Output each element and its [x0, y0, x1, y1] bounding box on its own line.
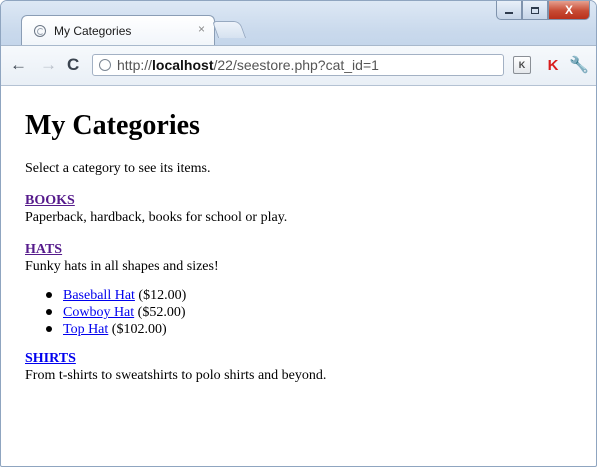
browser-window: My Categories × X ← → C http://localhost… [0, 0, 597, 467]
bullet [46, 292, 52, 298]
item-link-baseball-hat[interactable]: Baseball Hat [63, 288, 135, 303]
category-description: From t-shirts to sweatshirts to polo shi… [25, 368, 327, 383]
minimize-icon [505, 12, 513, 14]
category-link-hats[interactable]: HATS [25, 242, 585, 258]
extension-red-k-icon[interactable]: K [544, 56, 562, 74]
forward-arrow-icon[interactable]: → [40, 55, 57, 75]
page-content: My Categories Select a category to see i… [25, 101, 585, 384]
list-item: Top Hat ($102.00) [46, 321, 585, 338]
close-window-button[interactable]: X [548, 1, 590, 20]
extension-k-icon[interactable]: K [513, 56, 531, 74]
page-globe-icon [99, 59, 111, 71]
list-item: Baseball Hat ($12.00) [46, 287, 585, 304]
category-link-books[interactable]: BOOKS [25, 193, 585, 209]
maximize-icon [531, 6, 539, 14]
item-price: ($52.00) [137, 305, 186, 320]
address-url: http://localhost/22/seestore.php?cat_id=… [117, 57, 379, 73]
bullet [46, 309, 52, 315]
hat-items-list: Baseball Hat ($12.00) Cowboy Hat ($52.00… [25, 287, 585, 338]
category-books: BOOKS Paperback, hardback, books for sch… [25, 193, 585, 226]
category-hats: HATS Funky hats in all shapes and sizes!… [25, 242, 585, 338]
item-link-top-hat[interactable]: Top Hat [63, 322, 108, 337]
category-link-shirts[interactable]: SHIRTS [25, 351, 585, 367]
reload-icon[interactable]: C [67, 55, 79, 75]
new-tab-button[interactable] [211, 21, 247, 38]
item-link-cowboy-hat[interactable]: Cowboy Hat [63, 305, 134, 320]
browser-toolbar: ← → C http://localhost/22/seestore.php?c… [1, 45, 596, 86]
window-controls: X [496, 1, 590, 21]
close-icon: X [564, 3, 573, 17]
category-shirts: SHIRTS From t-shirts to sweatshirts to p… [25, 351, 585, 384]
url-host: localhost [152, 57, 214, 73]
url-scheme: http:// [117, 57, 153, 73]
url-path: /22/seestore.php?cat_id=1 [213, 57, 379, 73]
bullet [46, 326, 52, 332]
page-title: My Categories [25, 110, 200, 141]
list-item: Cowboy Hat ($52.00) [46, 304, 585, 321]
tab-my-categories[interactable]: My Categories × [21, 15, 215, 46]
item-price: ($102.00) [111, 322, 167, 337]
maximize-button[interactable] [522, 1, 548, 20]
category-description: Paperback, hardback, books for school or… [25, 210, 288, 225]
page-icon [34, 25, 46, 37]
minimize-button[interactable] [496, 1, 522, 20]
intro-text: Select a category to see its items. [25, 161, 211, 176]
item-price: ($12.00) [138, 288, 187, 303]
address-bar[interactable]: http://localhost/22/seestore.php?cat_id=… [92, 54, 504, 76]
tab-title: My Categories [54, 24, 132, 38]
back-arrow-icon[interactable]: ← [10, 55, 27, 75]
category-description: Funky hats in all shapes and sizes! [25, 259, 219, 274]
wrench-icon[interactable]: 🔧 [569, 56, 589, 74]
tab-close-icon[interactable]: × [198, 22, 205, 36]
